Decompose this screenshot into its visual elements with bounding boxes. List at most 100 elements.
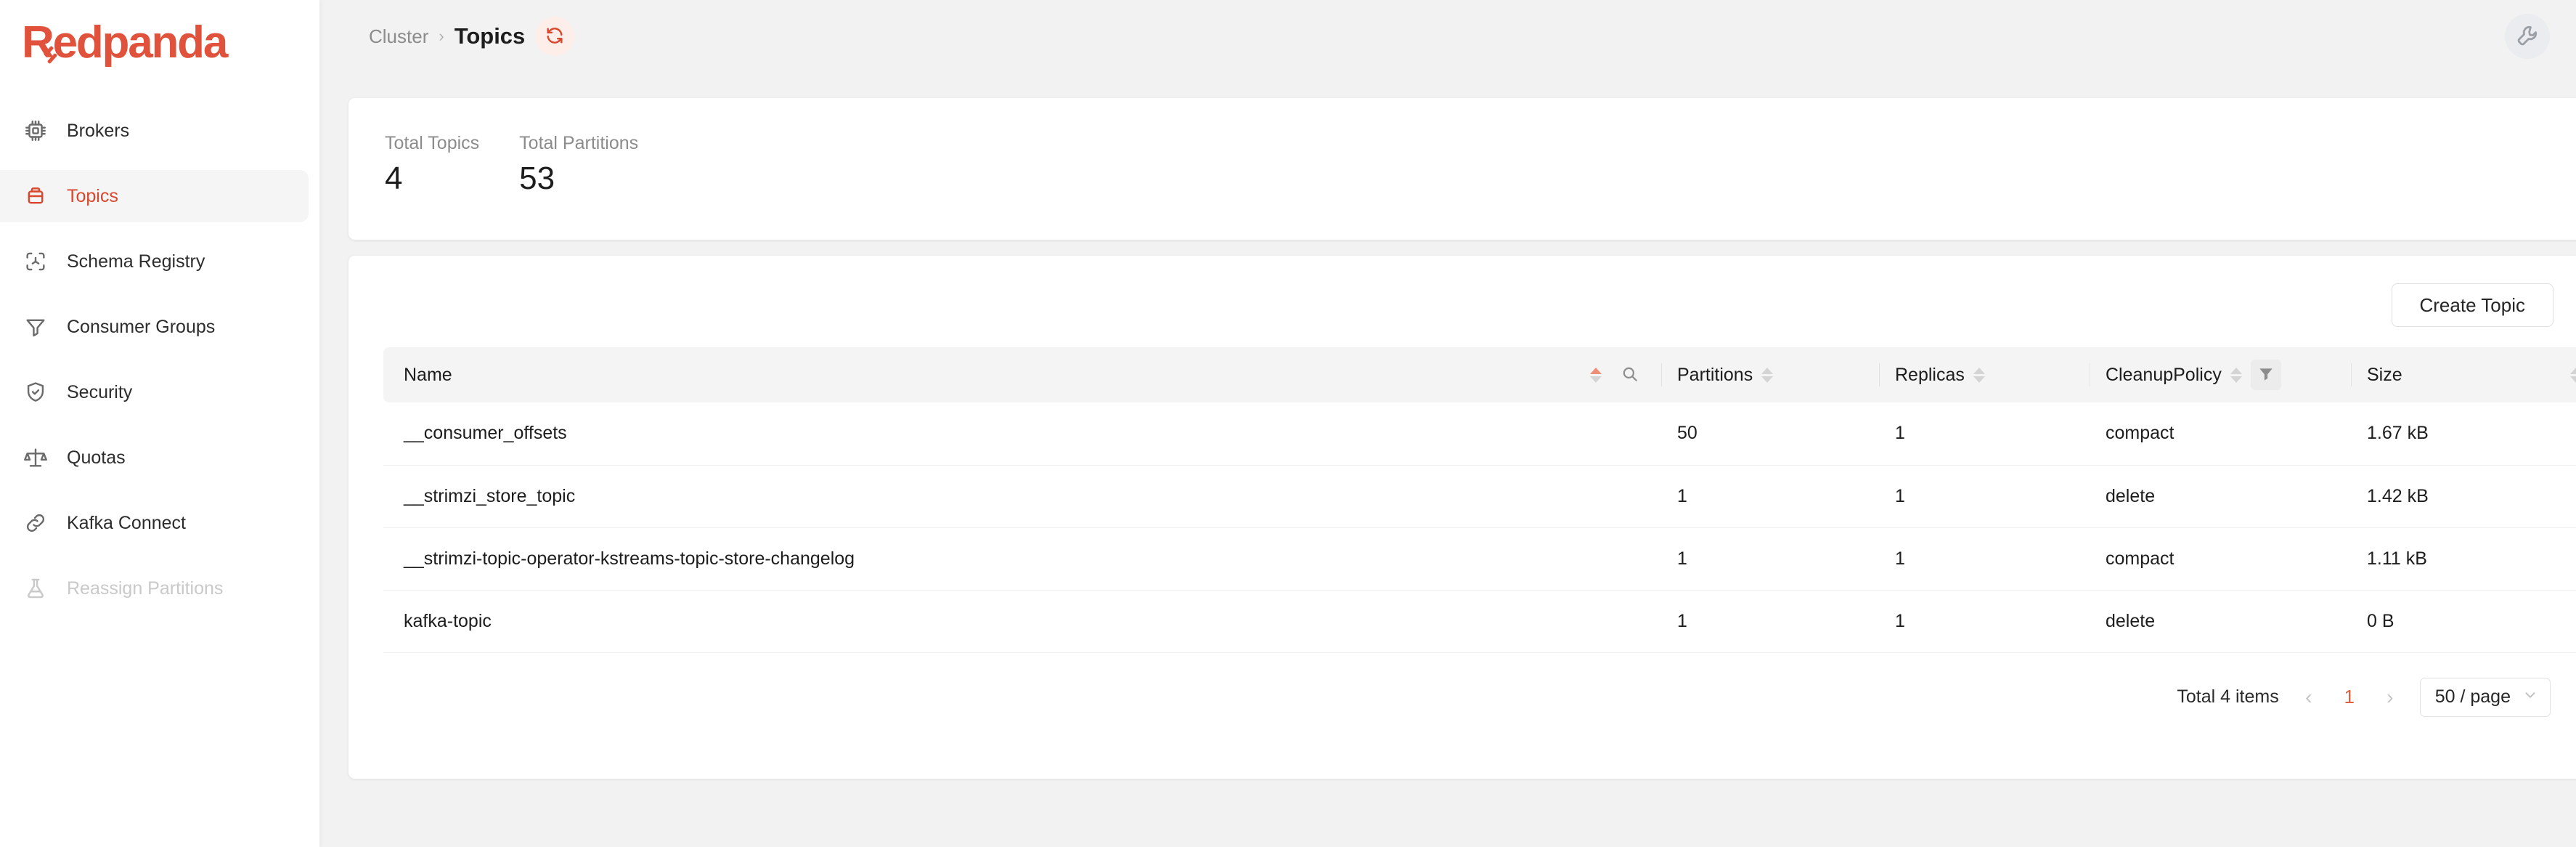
flask-icon	[22, 575, 49, 602]
table-row[interactable]: __strimzi_store_topic 1 1 delete 1.42 kB	[383, 465, 2576, 527]
column-label: CleanupPolicy	[2106, 365, 2222, 386]
chevron-down-icon	[2522, 687, 2538, 708]
link-icon	[22, 509, 49, 537]
cell-replicas: 1	[1879, 527, 2090, 590]
sort-toggle-cleanup-policy[interactable]	[2230, 368, 2242, 383]
sidebar-item-label: Kafka Connect	[67, 513, 186, 534]
pagination-prev-button[interactable]: ‹	[2298, 686, 2320, 709]
sort-asc-icon	[1590, 368, 1602, 374]
sort-toggle-replicas[interactable]	[1973, 368, 1985, 383]
cell-replicas: 1	[1879, 402, 2090, 465]
search-button-name[interactable]	[1615, 360, 1645, 390]
cell-partitions: 1	[1661, 527, 1879, 590]
sidebar-item-label: Schema Registry	[67, 251, 205, 272]
cell-replicas: 1	[1879, 465, 2090, 527]
pagination-next-button[interactable]: ›	[2379, 686, 2401, 709]
cell-size: 1.42 kB	[2351, 465, 2576, 527]
cell-cleanup-policy: compact	[2090, 402, 2351, 465]
sort-asc-icon	[2570, 368, 2576, 374]
cell-partitions: 1	[1661, 465, 1879, 527]
cell-size: 1.11 kB	[2351, 527, 2576, 590]
cell-replicas: 1	[1879, 590, 2090, 652]
breadcrumb-cluster-link[interactable]: Cluster	[369, 25, 428, 48]
cell-partitions: 1	[1661, 590, 1879, 652]
sidebar-item-brokers[interactable]: Brokers	[0, 105, 309, 157]
app-root: Redpanda Brokers Topics Schema Registry	[0, 0, 2576, 847]
create-topic-button[interactable]: Create Topic	[2392, 283, 2554, 327]
search-icon	[1621, 365, 1639, 386]
cell-partitions: 50	[1661, 402, 1879, 465]
sidebar-item-kafka-connect[interactable]: Kafka Connect	[0, 497, 309, 549]
sidebar-item-schema-registry[interactable]: Schema Registry	[0, 235, 309, 288]
sort-desc-icon	[2230, 376, 2242, 383]
cpu-icon	[22, 117, 49, 145]
sort-desc-icon	[1590, 376, 1602, 383]
cell-cleanup-policy: delete	[2090, 590, 2351, 652]
filter-icon	[2257, 365, 2275, 386]
topbar: Cluster › Topics	[319, 0, 2576, 73]
pagination-total: Total 4 items	[2177, 686, 2278, 708]
column-label: Size	[2367, 365, 2402, 386]
sidebar-nav: Brokers Topics Schema Registry Consumer …	[0, 86, 319, 615]
stat-value: 53	[519, 161, 638, 196]
tools-button[interactable]	[2505, 14, 2550, 59]
column-header-replicas[interactable]: Replicas	[1879, 347, 2090, 402]
cell-name[interactable]: __consumer_offsets	[383, 402, 1661, 465]
column-header-partitions[interactable]: Partitions	[1661, 347, 1879, 402]
shield-check-icon	[22, 378, 49, 406]
stat-label: Total Topics	[385, 133, 479, 154]
cell-name[interactable]: kafka-topic	[383, 590, 1661, 652]
table-head: Name	[383, 347, 2576, 402]
sidebar-item-reassign-partitions: Reassign Partitions	[0, 562, 309, 615]
page-size-select[interactable]: 50 / page	[2420, 678, 2551, 717]
sidebar-item-consumer-groups[interactable]: Consumer Groups	[0, 301, 309, 353]
column-header-size[interactable]: Size	[2351, 347, 2576, 402]
filter-button-cleanup-policy[interactable]	[2251, 360, 2281, 390]
schema-registry-icon	[22, 248, 49, 275]
table-body: __consumer_offsets 50 1 compact 1.67 kB …	[383, 402, 2576, 652]
brand-mark-slash	[47, 53, 57, 64]
table-row[interactable]: kafka-topic 1 1 delete 0 B	[383, 590, 2576, 652]
sort-toggle-size[interactable]	[2570, 368, 2576, 383]
column-label: Partitions	[1677, 365, 1753, 386]
column-header-name[interactable]: Name	[383, 347, 1661, 402]
cell-size: 1.67 kB	[2351, 402, 2576, 465]
cell-name[interactable]: __strimzi-topic-operator-kstreams-topic-…	[383, 527, 1661, 590]
topics-table: Name	[383, 347, 2576, 653]
funnel-icon	[22, 313, 49, 341]
cell-name[interactable]: __strimzi_store_topic	[383, 465, 1661, 527]
sidebar-item-security[interactable]: Security	[0, 366, 309, 418]
table-row[interactable]: __consumer_offsets 50 1 compact 1.67 kB	[383, 402, 2576, 465]
sidebar-item-quotas[interactable]: Quotas	[0, 431, 309, 484]
sort-asc-icon	[1761, 368, 1773, 374]
column-header-cleanup-policy[interactable]: CleanupPolicy	[2090, 347, 2351, 402]
column-label: Replicas	[1895, 365, 1965, 386]
refresh-button[interactable]	[535, 17, 574, 56]
page-size-value: 50 / page	[2435, 686, 2511, 708]
stats-card: Total Topics 4 Total Partitions 53	[349, 98, 2576, 240]
table-row[interactable]: __strimzi-topic-operator-kstreams-topic-…	[383, 527, 2576, 590]
sort-toggle-partitions[interactable]	[1761, 368, 1773, 383]
sort-desc-icon	[2570, 376, 2576, 383]
sidebar-item-label: Security	[67, 382, 132, 403]
cell-cleanup-policy: compact	[2090, 527, 2351, 590]
sort-asc-icon	[2230, 368, 2242, 374]
cell-size: 0 B	[2351, 590, 2576, 652]
sidebar-item-label: Quotas	[67, 447, 126, 469]
sort-asc-icon	[1973, 368, 1985, 374]
sort-desc-icon	[1973, 376, 1985, 383]
cell-cleanup-policy: delete	[2090, 465, 2351, 527]
stat-label: Total Partitions	[519, 133, 638, 154]
pagination: Total 4 items ‹ 1 › 50 / page	[383, 678, 2553, 717]
topics-table-card: Create Topic Name	[349, 256, 2576, 779]
pagination-page-1[interactable]: 1	[2339, 686, 2360, 708]
column-label: Name	[404, 365, 452, 386]
sidebar-item-topics[interactable]: Topics	[0, 170, 309, 222]
topic-icon	[22, 182, 49, 210]
brand-logo[interactable]: Redpanda	[0, 0, 319, 86]
sort-toggle-name[interactable]	[1590, 368, 1602, 383]
breadcrumb: Cluster › Topics	[369, 23, 525, 49]
table-toolbar: Create Topic	[383, 283, 2553, 327]
scales-icon	[22, 444, 49, 471]
sort-desc-icon	[1761, 376, 1773, 383]
